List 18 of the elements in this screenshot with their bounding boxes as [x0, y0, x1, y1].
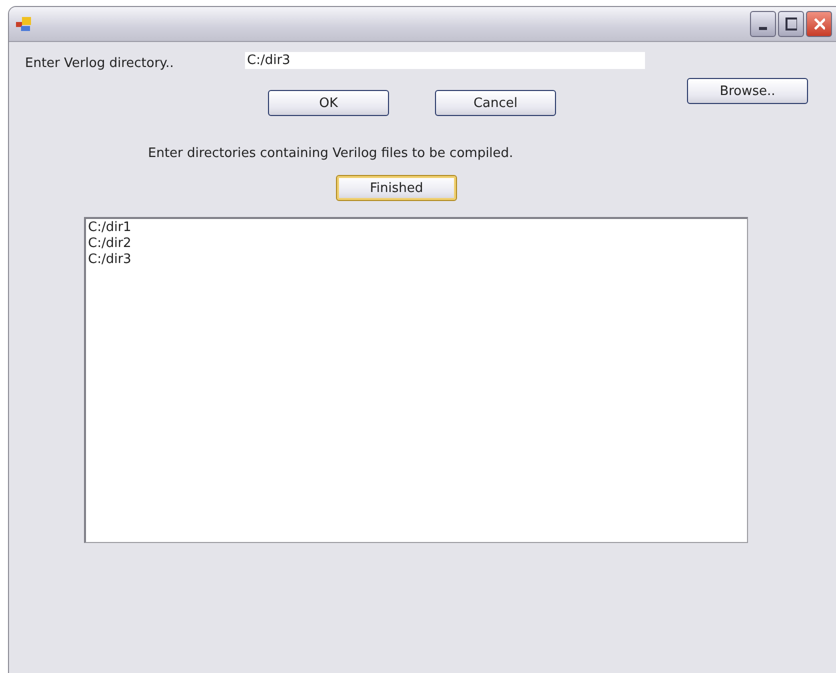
directory-list[interactable]: C:/dir1 C:/dir2 C:/dir3 [84, 217, 748, 543]
directory-field[interactable]: C:/dir3 [245, 52, 645, 69]
ok-button[interactable]: OK [268, 90, 389, 116]
close-button[interactable] [806, 11, 832, 37]
minimize-button[interactable] [750, 11, 776, 37]
instruction-text: Enter directories containing Verilog files to be compiled. [148, 146, 514, 161]
list-item[interactable]: C:/dir1 [88, 220, 745, 236]
minimize-icon [759, 27, 767, 30]
list-item[interactable]: C:/dir2 [88, 236, 745, 252]
list-item[interactable]: C:/dir3 [88, 252, 745, 268]
browse-button[interactable]: Browse.. [687, 78, 808, 104]
directory-label: Enter Verlog directory.. [25, 55, 175, 71]
cancel-button[interactable]: Cancel [435, 90, 556, 116]
maximize-button[interactable] [778, 11, 804, 37]
close-icon [813, 17, 825, 31]
app-icon [15, 16, 33, 32]
finished-button[interactable]: Finished [336, 175, 457, 201]
maximize-icon [785, 17, 797, 31]
